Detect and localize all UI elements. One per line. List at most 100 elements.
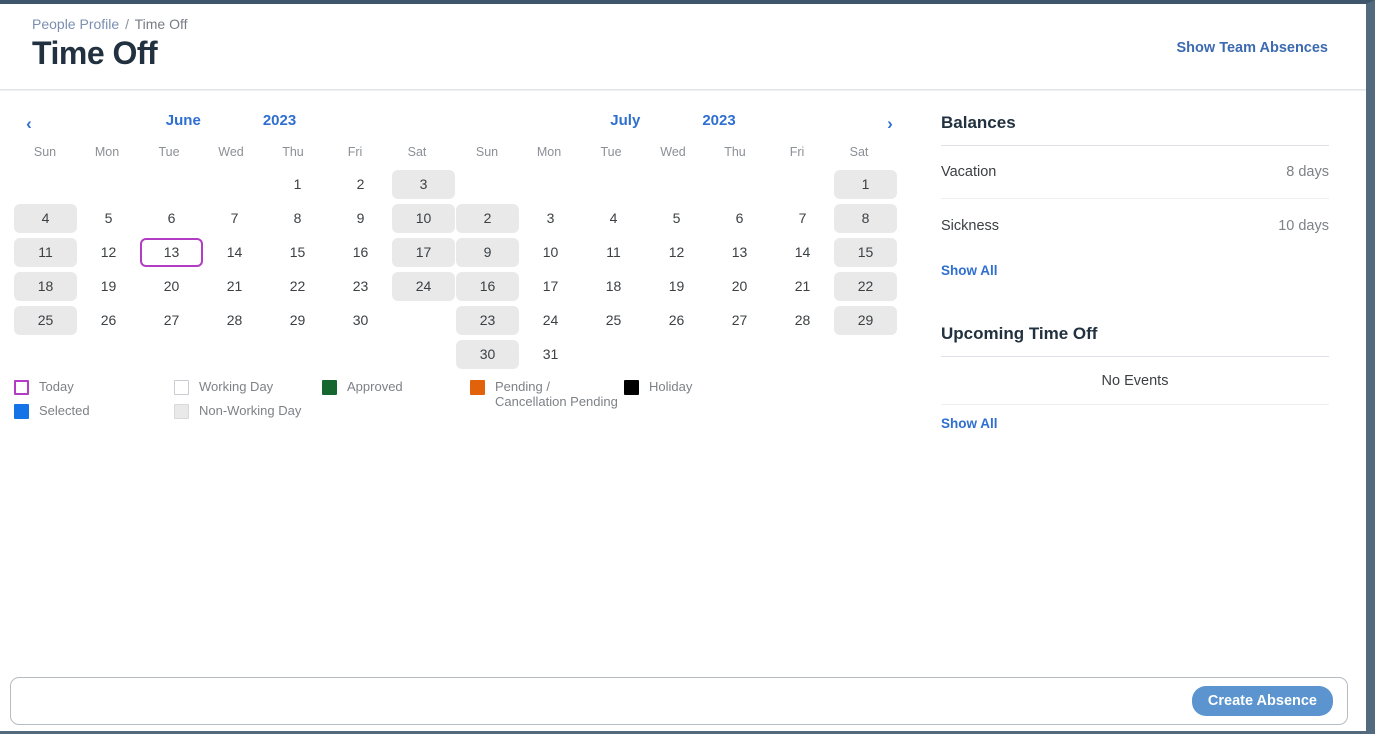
calendar-day[interactable]: 6 [140,204,203,233]
calendar-day[interactable]: 18 [14,271,77,301]
calendar-day[interactable]: 12 [645,238,708,267]
calendar-day-cell: 14 [203,235,266,269]
legend-column: Pending / Cancellation Pending [470,379,624,427]
calendar-day[interactable]: 10 [392,203,455,233]
calendar-week-row: 30 31 [456,337,890,371]
month-name-selector[interactable]: July [610,112,640,129]
calendar-day[interactable]: 28 [771,306,834,335]
calendar-day[interactable]: 24 [392,271,455,301]
calendar-day[interactable]: 22 [834,271,897,301]
calendar-day[interactable]: 26 [77,306,140,335]
calendar-day[interactable]: 17 [519,272,582,301]
calendar-day[interactable]: 24 [519,306,582,335]
calendar-month: July 2023 Sun Mon Tue Wed Thu Fri Sat 1 2 3 4 5 6 7 8 9 10… [452,103,897,371]
calendar-day-cell: 19 [645,269,708,303]
upcoming-show-all-link[interactable]: Show All [941,416,998,431]
legend-swatch-icon [174,380,189,395]
calendar-day[interactable]: 14 [203,238,266,267]
show-team-absences-link[interactable]: Show Team Absences [1177,40,1329,56]
calendar-day-cell [203,337,266,371]
calendar-day[interactable]: 25 [14,305,77,335]
calendar-day-cell [392,303,455,337]
calendar-day[interactable]: 12 [77,238,140,267]
calendar-day-cell: 18 [582,269,645,303]
calendar-day-cell: 30 [329,303,392,337]
calendar-day-cell: 4 [14,201,77,235]
create-absence-button[interactable]: Create Absence [1191,686,1333,716]
calendar-day[interactable]: 25 [582,306,645,335]
calendar-day[interactable]: 3 [519,204,582,233]
calendar-day[interactable]: 10 [519,238,582,267]
month-name-selector[interactable]: June [166,112,201,129]
calendar-day-cell [582,337,645,371]
breadcrumb-people-profile[interactable]: People Profile [32,16,119,32]
calendar-day[interactable]: 23 [329,272,392,301]
calendar-day[interactable]: 9 [456,237,519,267]
calendar-day[interactable]: 9 [329,204,392,233]
calendar-day[interactable]: 14 [771,238,834,267]
month-year-selector[interactable]: 2023 [263,112,296,129]
calendar-day[interactable]: 18 [582,272,645,301]
calendar-day[interactable]: 20 [708,272,771,301]
chevron-left-icon[interactable]: ‹ [16,113,42,135]
calendar-day-cell [77,337,140,371]
month-year-selector[interactable]: 2023 [702,112,735,129]
calendar-day[interactable]: 15 [266,238,329,267]
calendar-day[interactable]: 8 [834,203,897,233]
calendar-day[interactable]: 6 [708,204,771,233]
page-header: People Profile / Time Off Time Off Show … [0,4,1366,90]
calendar-day[interactable]: 16 [456,271,519,301]
calendar-day-cell: 1 [266,167,329,201]
calendar-day[interactable]: 7 [203,204,266,233]
calendar-day[interactable]: 23 [456,305,519,335]
chevron-right-icon[interactable]: › [877,113,903,135]
calendar-day[interactable]: 27 [140,306,203,335]
calendar-day[interactable]: 22 [266,272,329,301]
calendar-day[interactable]: 1 [266,170,329,199]
calendar-day-cell: 11 [14,235,77,269]
calendar-day[interactable]: 2 [456,203,519,233]
calendar-day[interactable]: 1 [834,169,897,199]
calendar-day-empty [645,340,708,369]
calendar-day[interactable]: 29 [834,305,897,335]
legend-column: Today Selected [14,379,174,427]
calendar-day[interactable]: 19 [645,272,708,301]
calendar-day[interactable]: 20 [140,272,203,301]
calendar-day[interactable]: 5 [645,204,708,233]
calendar-day-today[interactable]: 13 [140,237,203,267]
calendar-day[interactable]: 8 [266,204,329,233]
calendar-day[interactable]: 29 [266,306,329,335]
calendar-day-empty [834,340,897,369]
calendar-day-empty [329,340,392,369]
calendar-day[interactable]: 2 [329,170,392,199]
calendar-day[interactable]: 15 [834,237,897,267]
calendar-day-cell: 31 [519,337,582,371]
calendar-day[interactable]: 19 [77,272,140,301]
calendar-day[interactable]: 17 [392,237,455,267]
calendar-week-row: 4 5 6 7 8 9 10 [14,201,455,235]
calendar-day[interactable]: 3 [392,169,455,199]
calendar-day[interactable]: 30 [329,306,392,335]
calendar-day[interactable]: 13 [708,238,771,267]
calendar-day[interactable]: 4 [582,204,645,233]
month-header: July 2023 [456,103,890,137]
calendar-day[interactable]: 4 [14,203,77,233]
calendar-day[interactable]: 27 [708,306,771,335]
calendar-day[interactable]: 16 [329,238,392,267]
calendar-day[interactable]: 21 [771,272,834,301]
calendar-day[interactable]: 26 [645,306,708,335]
calendar-day[interactable]: 31 [519,340,582,369]
calendar-day[interactable]: 5 [77,204,140,233]
calendar-day-empty [771,340,834,369]
calendar-day[interactable]: 11 [582,238,645,267]
calendar-day[interactable]: 30 [456,339,519,369]
calendar-day-empty [582,340,645,369]
calendar-day[interactable]: 28 [203,306,266,335]
balances-show-all-link[interactable]: Show All [941,263,998,278]
calendar-day[interactable]: 11 [14,237,77,267]
footer-bar: Create Absence [10,677,1348,725]
calendar-day[interactable]: 21 [203,272,266,301]
calendar-day-empty [771,170,834,199]
calendar-day[interactable]: 7 [771,204,834,233]
calendar-month: June 2023 Sun Mon Tue Wed Thu Fri Sat 1 2 3 4 5 6 7 8 9 10… [10,103,455,371]
